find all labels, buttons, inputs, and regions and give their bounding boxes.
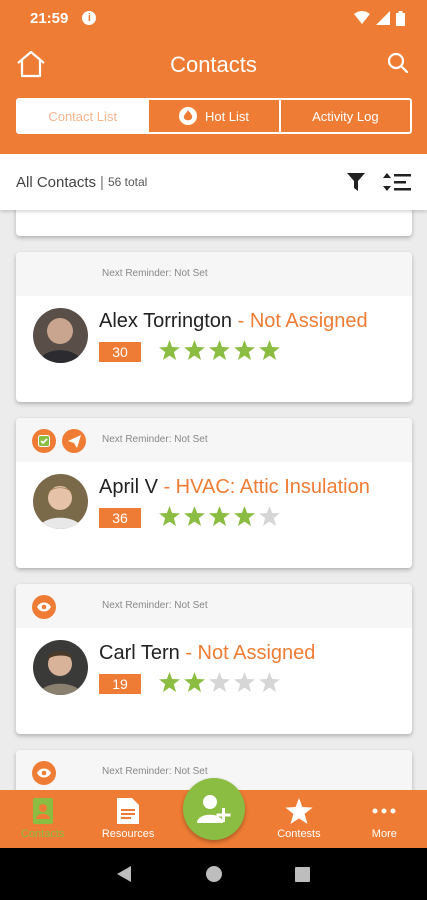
eye-icon[interactable] xyxy=(32,761,56,785)
tab-label: Hot List xyxy=(204,108,250,124)
star-filled-icon xyxy=(234,340,255,360)
system-navigation-bar xyxy=(0,848,427,900)
sort-icon[interactable] xyxy=(383,172,411,192)
star-empty-icon xyxy=(209,672,230,692)
app-header: Contacts Contact List Hot List Activity … xyxy=(0,36,427,154)
contact-name-text: Alex Torrington xyxy=(99,310,233,332)
contacts-total: 56 total xyxy=(107,175,148,189)
search-icon xyxy=(387,52,409,74)
contact-assignment: - HVAC: Attic Insulation xyxy=(163,476,370,498)
nav-more[interactable]: More xyxy=(342,790,427,848)
star-filled-icon xyxy=(234,506,255,526)
star-filled-icon xyxy=(184,340,205,360)
star-filled-icon xyxy=(159,340,180,360)
add-contact-button[interactable] xyxy=(183,778,245,840)
reminder-text: Next Reminder: Not Set xyxy=(102,600,208,611)
contact-name: April V - HVAC: Attic Insulation xyxy=(99,476,370,499)
star-empty-icon xyxy=(259,506,280,526)
contact-name-text: Carl Tern xyxy=(99,642,180,664)
lead-score: 30 xyxy=(99,342,141,362)
check-icon[interactable] xyxy=(32,429,56,453)
star-empty-icon xyxy=(259,672,280,692)
star-filled-icon xyxy=(159,506,180,526)
contact-card[interactable] xyxy=(16,210,412,236)
separator: | xyxy=(100,173,104,191)
star-filled-icon xyxy=(184,506,205,526)
nav-label: Contests xyxy=(277,828,321,840)
document-icon xyxy=(117,798,140,824)
avatar xyxy=(33,474,88,529)
send-icon[interactable] xyxy=(62,429,86,453)
contact-name: Alex Torrington - Not Assigned xyxy=(99,310,368,333)
card-header: Next Reminder: Not Set xyxy=(16,252,412,296)
rating-stars xyxy=(159,506,280,526)
contact-card[interactable]: Next Reminder: Not Set Carl Tern - Not A… xyxy=(16,584,412,734)
rating-stars xyxy=(159,340,280,360)
search-button[interactable] xyxy=(387,52,409,79)
page-title: Contacts xyxy=(170,52,257,77)
status-time: 21:59 xyxy=(30,9,69,27)
star-icon xyxy=(285,798,313,824)
tab-activity-log[interactable]: Activity Log xyxy=(281,100,410,132)
nav-label: More xyxy=(371,828,397,840)
star-filled-icon xyxy=(159,672,180,692)
contact-list: Next Reminder: Not Set Alex Torrington -… xyxy=(0,210,427,790)
card-header: Next Reminder: Not Set xyxy=(16,418,412,462)
nav-label: Resources xyxy=(101,828,155,840)
contacts-filter-label: All Contacts xyxy=(16,173,97,191)
info-icon: i xyxy=(82,11,97,25)
lead-score: 19 xyxy=(99,674,141,694)
reminder-text: Next Reminder: Not Set xyxy=(102,766,208,777)
home-circle-icon[interactable] xyxy=(205,866,222,882)
more-dots-icon xyxy=(372,808,396,814)
avatar xyxy=(33,640,88,695)
contact-assignment: - Not Assigned xyxy=(237,310,368,332)
recents-icon[interactable] xyxy=(295,866,311,882)
card-header: Next Reminder: Not Set xyxy=(16,584,412,628)
filter-icon[interactable] xyxy=(347,173,365,191)
star-filled-icon xyxy=(184,672,205,692)
contact-card[interactable]: Next Reminder: Not Set April V - HVAC: A… xyxy=(16,418,412,568)
status-bar: 21:59 i xyxy=(0,0,427,36)
nav-contacts[interactable]: Contacts xyxy=(0,790,85,848)
avatar xyxy=(33,308,88,363)
battery-icon xyxy=(396,10,405,26)
contact-assignment: - Not Assigned xyxy=(185,642,316,664)
contact-card[interactable]: Next Reminder: Not Set Alex Torrington -… xyxy=(16,252,412,402)
star-filled-icon xyxy=(259,340,280,360)
rating-stars xyxy=(159,672,280,692)
signal-icon xyxy=(376,11,390,25)
nav-label: Contacts xyxy=(20,828,65,840)
wifi-icon xyxy=(354,11,370,24)
nav-resources[interactable]: Resources xyxy=(85,790,170,848)
tab-hot-list[interactable]: Hot List xyxy=(149,100,281,132)
tab-contact-list[interactable]: Contact List xyxy=(18,100,150,132)
add-user-icon xyxy=(197,795,231,823)
tab-label: Activity Log xyxy=(312,108,379,124)
eye-icon[interactable] xyxy=(32,595,56,619)
star-filled-icon xyxy=(209,340,230,360)
reminder-text: Next Reminder: Not Set xyxy=(102,268,208,279)
filter-bar: All Contacts | 56 total xyxy=(0,154,427,210)
contact-name-text: April V xyxy=(99,476,158,498)
lead-score: 36 xyxy=(99,508,141,528)
tab-label: Contact List xyxy=(48,108,117,124)
back-icon[interactable] xyxy=(116,866,133,882)
star-filled-icon xyxy=(209,506,230,526)
contacts-icon xyxy=(32,798,53,824)
star-empty-icon xyxy=(234,672,255,692)
contact-name: Carl Tern - Not Assigned xyxy=(99,642,315,665)
fire-icon xyxy=(178,107,197,125)
nav-contests[interactable]: Contests xyxy=(256,790,341,848)
contacts-tabs: Contact List Hot List Activity Log xyxy=(16,98,412,134)
reminder-text: Next Reminder: Not Set xyxy=(102,434,208,445)
